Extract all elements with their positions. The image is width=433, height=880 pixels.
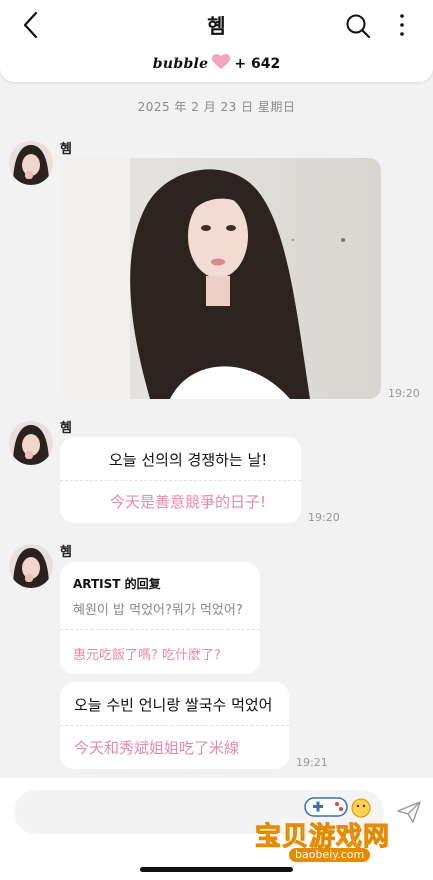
avatar[interactable]: [9, 421, 53, 465]
message-time: 19:21: [296, 756, 328, 769]
message-bubble[interactable]: 오늘 수빈 언니랑 쌀국수 먹었어 今天和秀斌姐姐吃了米線: [60, 682, 289, 769]
heart-icon: [212, 54, 231, 69]
translation-divider: [60, 480, 301, 481]
sender-name: 혬: [60, 421, 72, 436]
reply-original: 혜원이 밥 먹었어?뭐가 먹었어?: [73, 603, 243, 618]
translation-divider: [60, 629, 260, 630]
avatar[interactable]: [9, 141, 53, 185]
message-time: 19:20: [308, 511, 340, 524]
message-translation: 今天和秀斌姐姐吃了米線: [74, 739, 240, 757]
sender-name: 혬: [60, 545, 72, 560]
message-bubble[interactable]: 오늘 선의의 경쟁하는 날! 今天是善意競爭的日子!: [60, 437, 301, 523]
chat-header: 혬 bubble + 642: [0, 0, 433, 82]
bubble-logo: bubble: [152, 56, 209, 72]
reply-header: ARTIST 的回复: [73, 577, 161, 591]
sender-name: 혬: [60, 142, 72, 157]
more-vertical-icon[interactable]: [394, 12, 410, 38]
watermark: 宝贝游戏网 baobeiy.com: [254, 790, 405, 862]
reply-card[interactable]: ARTIST 的回复 혜원이 밥 먹었어?뭐가 먹었어? 惠元吃飯了嗎? 吃什麼…: [60, 562, 260, 674]
search-icon[interactable]: [344, 12, 372, 40]
message-photo[interactable]: [60, 158, 381, 399]
message-text: 오늘 수빈 언니랑 쌀국수 먹었어: [74, 696, 273, 714]
message-translation: 今天是善意競爭的日子!: [110, 493, 267, 511]
message-text: 오늘 선의의 경쟁하는 날!: [109, 451, 268, 469]
translation-divider: [60, 725, 289, 726]
date-separator: 2025 年 2 月 23 日 星期日: [137, 100, 296, 114]
home-indicator: [140, 867, 293, 872]
avatar[interactable]: [9, 544, 53, 588]
bubble-count-row[interactable]: bubble + 642: [0, 54, 433, 72]
watermark-url: baobeiy.com: [289, 848, 371, 862]
reply-translation: 惠元吃飯了嗎? 吃什麼了?: [73, 648, 221, 663]
message-time: 19:20: [388, 387, 420, 400]
bubble-count: + 642: [234, 56, 281, 72]
